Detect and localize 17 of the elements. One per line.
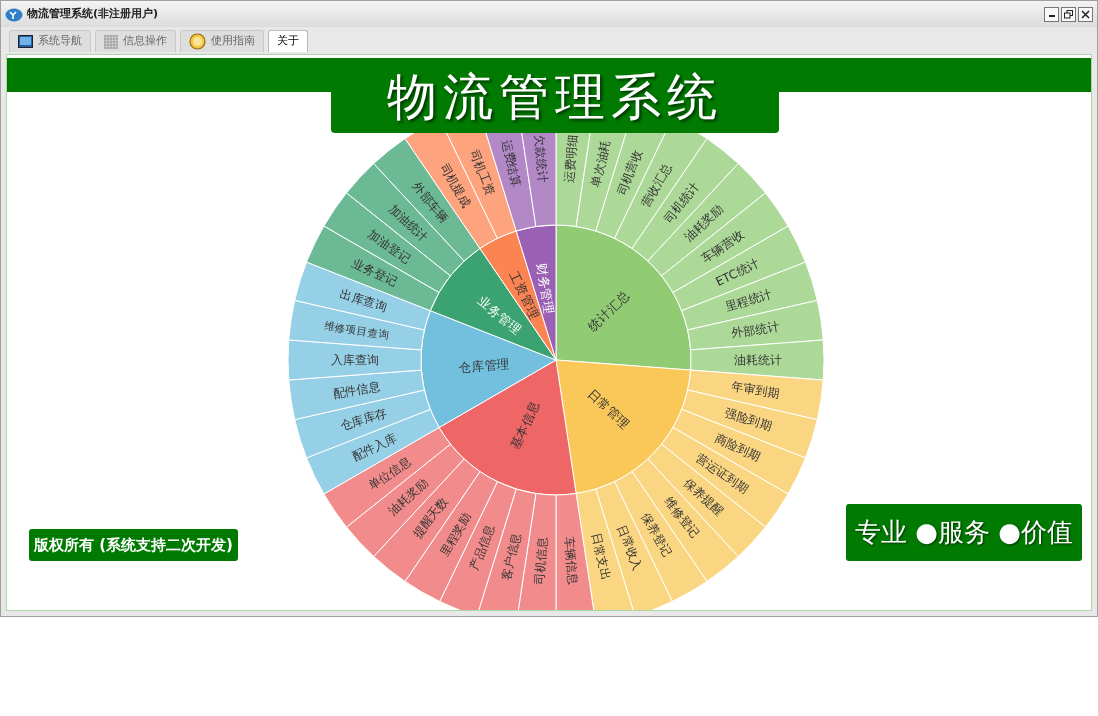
close-icon — [1081, 9, 1090, 19]
monitor-icon — [18, 35, 33, 48]
minimize-button[interactable] — [1044, 6, 1059, 22]
app-logo-icon — [5, 6, 23, 22]
restore-icon — [1064, 9, 1073, 19]
grid-icon — [104, 34, 118, 49]
copyright-badge: 版权所有 (系统支持二次开发) — [29, 529, 238, 561]
menu-item[interactable]: 入库查询 — [287, 339, 422, 381]
coin-icon — [189, 33, 206, 50]
window-title: 物流管理系统(非注册用户) — [27, 5, 159, 22]
tab[interactable]: 使用指南 — [180, 30, 264, 52]
close-button[interactable] — [1078, 6, 1093, 22]
restore-button[interactable] — [1061, 6, 1076, 22]
tab[interactable]: 关于 — [268, 30, 308, 52]
slogan-badge: 专业 ●服务 ●价值 — [846, 504, 1082, 561]
tab[interactable]: 信息操作 — [95, 30, 176, 52]
tab[interactable]: 系统导航 — [9, 30, 91, 52]
